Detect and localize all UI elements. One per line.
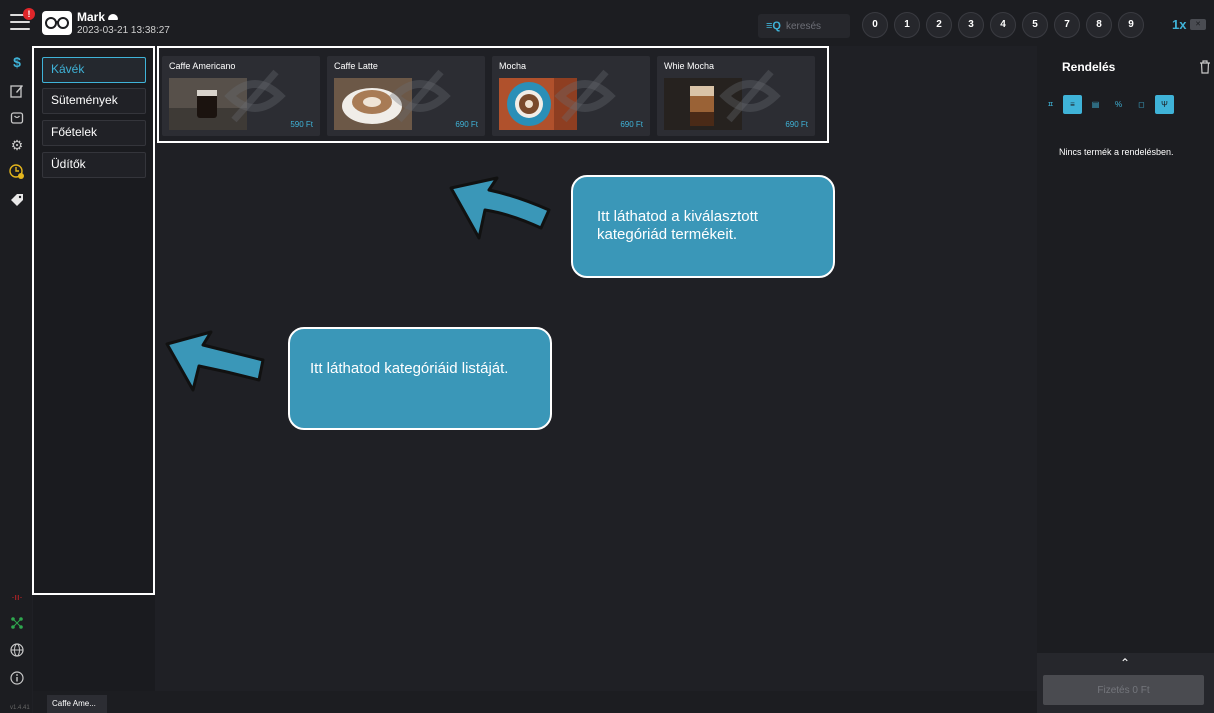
no-image-icon xyxy=(224,69,286,123)
product-name: Mocha xyxy=(499,61,527,71)
product-price: 690 Ft xyxy=(455,120,478,129)
receipt-icon[interactable]: ▤ xyxy=(1086,95,1105,114)
search-input[interactable] xyxy=(786,18,846,34)
category-sutemenyek[interactable]: Sütemények xyxy=(42,88,146,114)
num-button-7[interactable]: 7 xyxy=(1054,12,1080,38)
num-button-3[interactable]: 3 xyxy=(958,12,984,38)
percent-icon[interactable]: % xyxy=(1109,95,1128,114)
open-orders-bar: Caffe Ame... xyxy=(33,691,1037,713)
table-icon[interactable]: ㅍ xyxy=(1041,95,1060,114)
num-button-0[interactable]: 0 xyxy=(862,12,888,38)
open-order-tab[interactable]: Caffe Ame... xyxy=(47,695,107,713)
list-icon[interactable]: ≡ xyxy=(1063,95,1082,114)
datetime: 2023-03-21 13:38:27 xyxy=(77,25,170,36)
pay-button[interactable]: Fizetés 0 Ft xyxy=(1043,675,1204,705)
category-panel: Kávék Sütemények Főételek Üdítők xyxy=(33,46,155,691)
products-callout: Itt láthatod a kiválasztott kategóriád t… xyxy=(571,175,835,278)
search-icon: ≡Q xyxy=(766,20,781,32)
edit-icon[interactable] xyxy=(9,84,25,100)
category-uditok[interactable]: Üdítők xyxy=(42,152,146,178)
user-name[interactable]: Mark xyxy=(77,10,119,24)
network-icon xyxy=(9,616,25,632)
arrow-to-categories xyxy=(165,330,265,392)
order-title: Rendelés xyxy=(1062,60,1116,74)
product-card[interactable]: Caffe Americano 590 Ft xyxy=(162,56,320,136)
search-box[interactable]: ≡Q xyxy=(758,14,850,38)
product-name: Whie Mocha xyxy=(664,61,715,71)
quantity-multiplier[interactable]: 1x xyxy=(1172,17,1186,32)
trash-icon[interactable] xyxy=(1199,60,1211,74)
no-image-icon xyxy=(554,69,616,123)
product-price: 690 Ft xyxy=(785,120,808,129)
num-button-4[interactable]: 4 xyxy=(990,12,1016,38)
cutlery-icon[interactable]: Ψ xyxy=(1155,95,1174,114)
num-button-1[interactable]: 1 xyxy=(894,12,920,38)
arrow-to-products xyxy=(449,176,551,240)
logo xyxy=(42,11,72,35)
category-kavek[interactable]: Kávék xyxy=(42,57,146,83)
order-panel: Rendelés ㅍ ≡ ▤ % ◻ Ψ Nincs termék a rend… xyxy=(1037,46,1214,691)
info-icon[interactable] xyxy=(9,671,25,687)
num-button-9[interactable]: 9 xyxy=(1118,12,1144,38)
product-name: Caffe Latte xyxy=(334,61,378,71)
top-bar: ! Mark 2023-03-21 13:38:27 ≡Q 0 1 2 3 4 … xyxy=(0,0,1214,46)
product-card[interactable]: Caffe Latte 690 Ft xyxy=(327,56,485,136)
no-image-icon xyxy=(389,69,451,123)
notification-badge[interactable]: ! xyxy=(23,8,35,20)
dollar-icon[interactable]: $ xyxy=(9,54,25,70)
categories-callout: Itt láthatod kategóriáid listáját. xyxy=(288,327,552,430)
product-card[interactable]: Mocha 690 Ft xyxy=(492,56,650,136)
product-price: 590 Ft xyxy=(290,120,313,129)
clock-icon[interactable] xyxy=(9,164,25,180)
signal-icon: ·ıı· xyxy=(11,592,23,602)
cloud-icon xyxy=(108,14,119,20)
gear-icon[interactable]: ⚙ xyxy=(9,137,25,153)
product-card[interactable]: Whie Mocha 690 Ft xyxy=(657,56,815,136)
left-rail: $ ⚙ ·ıı· xyxy=(0,46,32,713)
no-image-icon xyxy=(719,69,781,123)
bag-icon[interactable]: ◻ xyxy=(1132,95,1151,114)
checkout-area: ⌃ Fizetés 0 Ft xyxy=(1037,653,1214,713)
tag-icon[interactable] xyxy=(9,193,25,209)
backspace-icon[interactable]: ✕ xyxy=(1190,19,1206,30)
num-button-2[interactable]: 2 xyxy=(926,12,952,38)
bag-icon[interactable] xyxy=(9,110,25,126)
product-price: 690 Ft xyxy=(620,120,643,129)
empty-order-message: Nincs termék a rendelésben. xyxy=(1059,147,1174,157)
num-button-8[interactable]: 8 xyxy=(1086,12,1112,38)
chevron-up-icon[interactable]: ⌃ xyxy=(1120,656,1130,670)
globe-icon[interactable] xyxy=(9,643,25,659)
pos-app: ! Mark 2023-03-21 13:38:27 ≡Q 0 1 2 3 4 … xyxy=(0,0,1214,713)
num-button-5[interactable]: 5 xyxy=(1022,12,1048,38)
version-label: v1.4.41 xyxy=(10,705,30,711)
category-foetelek[interactable]: Főételek xyxy=(42,120,146,146)
